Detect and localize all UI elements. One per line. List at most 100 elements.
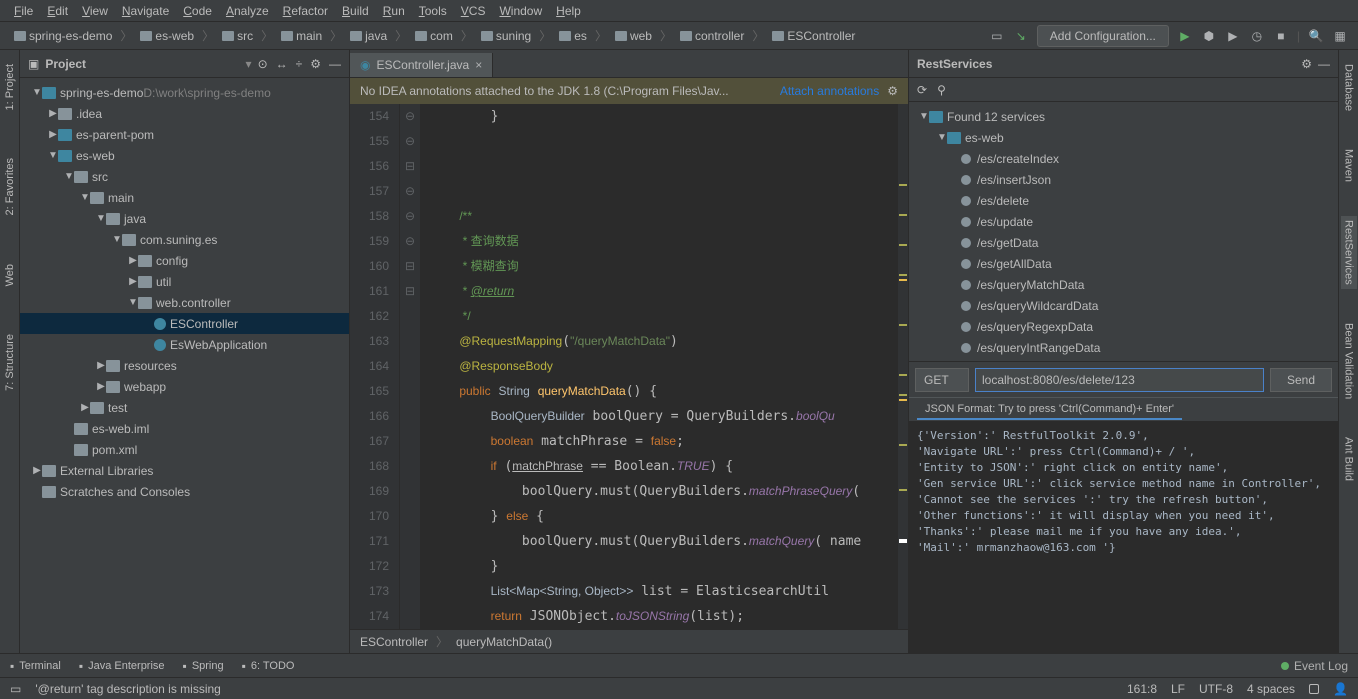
tree-node-es-parent-pom[interactable]: ▶es-parent-pom	[20, 124, 349, 145]
menu-code[interactable]: Code	[177, 2, 218, 20]
menu-analyze[interactable]: Analyze	[220, 2, 275, 20]
attach-annotations-link[interactable]: Attach annotations	[780, 84, 879, 98]
bottom-tool--todo[interactable]: ▪6: TODO	[242, 659, 295, 673]
right-tab-bean-validation[interactable]: Bean Validation	[1341, 319, 1357, 403]
tree-node-util[interactable]: ▶util	[20, 271, 349, 292]
tree-node-com-suning-es[interactable]: ▼com.suning.es	[20, 229, 349, 250]
build-hammer-icon[interactable]: ↘	[1013, 28, 1029, 44]
right-tab-database[interactable]: Database	[1341, 60, 1357, 115]
rest-endpoint-es-queryWildcardData[interactable]: /es/queryWildcardData	[909, 295, 1338, 316]
run-icon[interactable]: ▶	[1177, 28, 1193, 44]
breadcrumb-controller[interactable]: controller	[676, 27, 748, 45]
right-tab-maven[interactable]: Maven	[1341, 145, 1357, 186]
tree-node-src[interactable]: ▼src	[20, 166, 349, 187]
right-tab-ant-build[interactable]: Ant Build	[1341, 433, 1357, 485]
breadcrumb-main[interactable]: main	[277, 27, 326, 45]
rest-endpoint-es-queryRegexpData[interactable]: /es/queryRegexpData	[909, 316, 1338, 337]
project-view-icon[interactable]: ▣	[28, 57, 39, 71]
code-editor[interactable]: } /** * 查询数据 * 模糊查询 * @return */ @Reques…	[420, 104, 898, 629]
tree-node-external-libraries[interactable]: ▶External Libraries	[20, 460, 349, 481]
menu-vcs[interactable]: VCS	[455, 2, 492, 20]
debug-icon[interactable]: ⬢	[1201, 28, 1217, 44]
refresh-icon[interactable]: ⟳	[917, 83, 927, 97]
breadcrumb-src[interactable]: src	[218, 27, 257, 45]
error-stripe[interactable]	[898, 104, 908, 629]
menu-help[interactable]: Help	[550, 2, 587, 20]
menu-edit[interactable]: Edit	[41, 2, 74, 20]
menu-view[interactable]: View	[76, 2, 114, 20]
rest-service-tree[interactable]: ▼Found 12 services▼es-web/es/createIndex…	[909, 102, 1338, 362]
bottom-tool-spring[interactable]: ▪Spring	[183, 659, 224, 673]
left-tab-web[interactable]: Web	[2, 260, 18, 290]
breadcrumb-es[interactable]: es	[555, 27, 591, 45]
project-structure-icon[interactable]: ▦	[1332, 28, 1348, 44]
hide-panel-icon[interactable]: —	[329, 57, 341, 71]
rest-output[interactable]: {'Version':' RestfulToolkit 2.0.9', 'Nav…	[909, 422, 1338, 653]
rest-hide-icon[interactable]: —	[1318, 57, 1330, 71]
menu-tools[interactable]: Tools	[413, 2, 453, 20]
http-method-select[interactable]: GET	[915, 368, 969, 392]
indent-info[interactable]: 4 spaces	[1247, 682, 1295, 696]
line-ending[interactable]: LF	[1171, 682, 1185, 696]
tree-node-pom-xml[interactable]: pom.xml	[20, 439, 349, 460]
tree-node-resources[interactable]: ▶resources	[20, 355, 349, 376]
tree-node-es-web-iml[interactable]: es-web.iml	[20, 418, 349, 439]
tree-node-eswebapplication[interactable]: EsWebApplication	[20, 334, 349, 355]
menu-file[interactable]: File	[8, 2, 39, 20]
rest-endpoint-es-createIndex[interactable]: /es/createIndex	[909, 148, 1338, 169]
tree-node--idea[interactable]: ▶.idea	[20, 103, 349, 124]
menu-refactor[interactable]: Refactor	[277, 2, 334, 20]
bc-class[interactable]: ESController	[360, 635, 428, 649]
caret-position[interactable]: 161:8	[1127, 682, 1157, 696]
rest-endpoint-es-update[interactable]: /es/update	[909, 211, 1338, 232]
coverage-icon[interactable]: ▶	[1225, 28, 1241, 44]
hector-icon[interactable]: 👤	[1333, 682, 1348, 696]
menu-build[interactable]: Build	[336, 2, 375, 20]
tree-node-spring-es-demo[interactable]: ▼spring-es-demo D:\work\spring-es-demo	[20, 82, 349, 103]
breadcrumb-com[interactable]: com	[411, 27, 457, 45]
settings-gear-icon[interactable]: ⚙	[310, 57, 321, 71]
url-input[interactable]	[975, 368, 1264, 392]
expand-icon[interactable]: ↔	[276, 57, 288, 71]
rest-root[interactable]: ▼Found 12 services	[909, 106, 1338, 127]
breadcrumb-web[interactable]: web	[611, 27, 656, 45]
event-log-button[interactable]: Event Log	[1281, 659, 1348, 673]
breadcrumb-es-web[interactable]: es-web	[136, 27, 198, 45]
tree-node-es-web[interactable]: ▼es-web	[20, 145, 349, 166]
tree-node-scratches-and-consoles[interactable]: Scratches and Consoles	[20, 481, 349, 502]
bc-method[interactable]: queryMatchData()	[456, 635, 552, 649]
tree-node-main[interactable]: ▼main	[20, 187, 349, 208]
rest-module-esweb[interactable]: ▼es-web	[909, 127, 1338, 148]
tree-node-escontroller[interactable]: ESController	[20, 313, 349, 334]
rest-endpoint-es-getData[interactable]: /es/getData	[909, 232, 1338, 253]
json-format-tab[interactable]: JSON Format: Try to press 'Ctrl(Command)…	[917, 400, 1182, 420]
rest-endpoint-es-getAllData[interactable]: /es/getAllData	[909, 253, 1338, 274]
editor-tab-escontroller[interactable]: ◉ ESController.java ×	[350, 53, 493, 77]
stop-icon[interactable]: ■	[1273, 28, 1289, 44]
readonly-lock-icon[interactable]	[1309, 684, 1319, 694]
menu-run[interactable]: Run	[377, 2, 411, 20]
tree-node-web-controller[interactable]: ▼web.controller	[20, 292, 349, 313]
menu-navigate[interactable]: Navigate	[116, 2, 175, 20]
collapse-icon[interactable]: ÷	[296, 57, 303, 71]
fold-gutter[interactable]: ⊖⊖⊟⊖⊖⊖⊟⊟	[400, 104, 420, 629]
left-tab--favorites[interactable]: 2: Favorites	[2, 154, 18, 219]
breadcrumb-escontroller[interactable]: ESController	[768, 27, 859, 45]
bottom-tool-java-enterprise[interactable]: ▪Java Enterprise	[79, 659, 165, 673]
left-tab--project[interactable]: 1: Project	[2, 60, 18, 114]
notification-settings-icon[interactable]: ⚙	[887, 84, 898, 98]
bottom-tool-terminal[interactable]: ▪Terminal	[10, 659, 61, 673]
rest-endpoint-es-delete[interactable]: /es/delete	[909, 190, 1338, 211]
status-icon[interactable]: ▭	[10, 682, 21, 696]
tree-node-webapp[interactable]: ▶webapp	[20, 376, 349, 397]
view-dropdown-icon[interactable]: ▾	[246, 57, 252, 71]
rest-endpoint-es-queryMatchData[interactable]: /es/queryMatchData	[909, 274, 1338, 295]
profile-icon[interactable]: ◷	[1249, 28, 1265, 44]
project-tree[interactable]: ▼spring-es-demo D:\work\spring-es-demo▶.…	[20, 78, 349, 653]
close-tab-icon[interactable]: ×	[475, 58, 482, 72]
tree-node-test[interactable]: ▶test	[20, 397, 349, 418]
left-tab--structure[interactable]: 7: Structure	[2, 330, 18, 395]
rest-endpoint-es-queryIntRangeData[interactable]: /es/queryIntRangeData	[909, 337, 1338, 358]
rest-search-icon[interactable]: ⚲	[937, 83, 946, 97]
breadcrumb-suning[interactable]: suning	[477, 27, 535, 45]
